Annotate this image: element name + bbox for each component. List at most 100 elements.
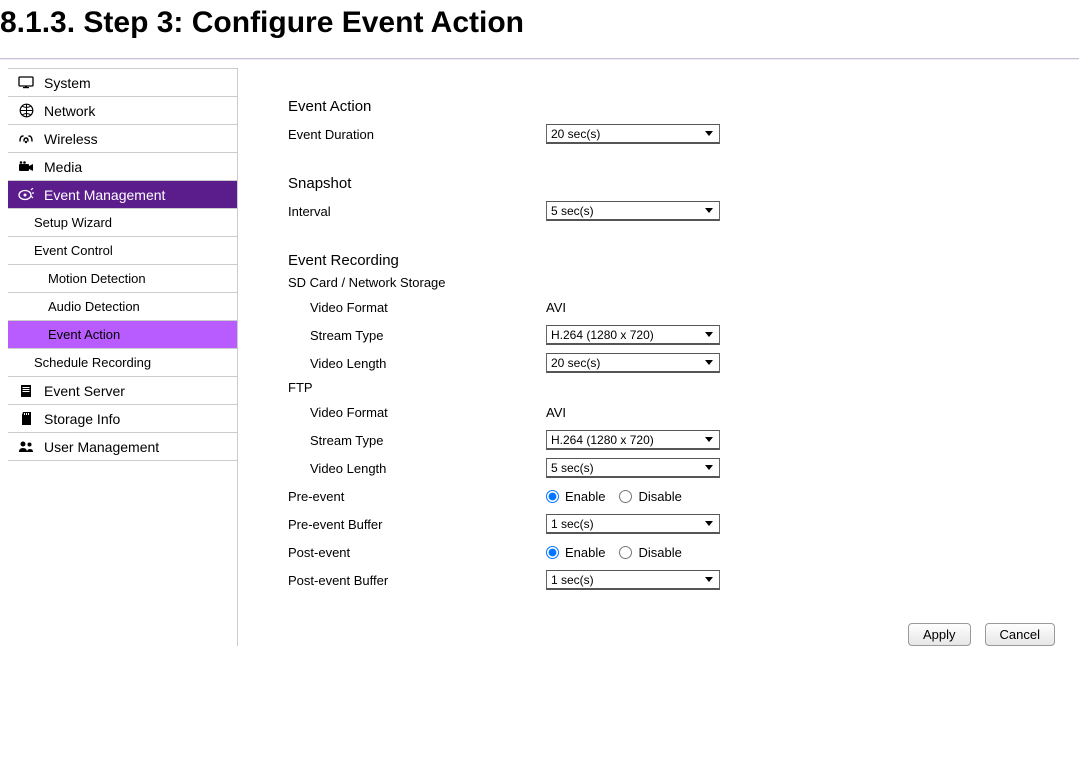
sidebar-item-label: Network (44, 103, 229, 119)
monitor-icon (16, 76, 36, 90)
row-pre-event-buffer: Pre-event Buffer 1 sec(s) (288, 511, 1079, 537)
label-sd-stream-type: Stream Type (288, 328, 546, 343)
radio-label-enable: Enable (565, 545, 605, 560)
value-sd-video-format: AVI (546, 300, 566, 315)
select-value: 20 sec(s) (551, 127, 600, 141)
sidebar-item-storage-info[interactable]: Storage Info (8, 405, 237, 433)
section-snapshot-title: Snapshot (288, 175, 1079, 192)
sidebar-item-network[interactable]: Network (8, 97, 237, 125)
label-ftp-video-length: Video Length (288, 461, 546, 476)
sidebar-subsub-label: Motion Detection (48, 271, 146, 286)
value-ftp-video-format: AVI (546, 405, 566, 420)
radio-group-pre-event: Enable Disable (546, 489, 692, 504)
radio-post-event-enable[interactable] (546, 546, 559, 559)
heading-sd-storage: SD Card / Network Storage (288, 275, 1079, 290)
sidebar-item-label: Storage Info (44, 411, 229, 427)
row-post-event-buffer: Post-event Buffer 1 sec(s) (288, 567, 1079, 593)
select-value: 1 sec(s) (551, 517, 594, 531)
layout: System Network Wireless Media Event Mana (0, 68, 1079, 646)
select-value: 5 sec(s) (551, 461, 594, 475)
camera-icon (16, 161, 36, 173)
sidebar-item-label: Wireless (44, 131, 229, 147)
page-heading: 8.1.3. Step 3: Configure Event Action (0, 0, 1079, 58)
label-snapshot-interval: Interval (288, 204, 546, 219)
select-ftp-video-length[interactable]: 5 sec(s) (546, 458, 720, 478)
sidebar-item-label: Media (44, 159, 229, 175)
sidebar-sub-label: Setup Wizard (34, 215, 112, 230)
label-event-duration: Event Duration (288, 127, 546, 142)
label-sd-video-format: Video Format (288, 300, 546, 315)
label-post-event-buffer: Post-event Buffer (288, 573, 546, 588)
sidebar-sub-label: Schedule Recording (34, 355, 151, 370)
content: Event Action Event Duration 20 sec(s) Sn… (238, 68, 1079, 646)
row-ftp-video-length: Video Length 5 sec(s) (288, 455, 1079, 481)
users-icon (16, 440, 36, 453)
sidebar-item-wireless[interactable]: Wireless (8, 125, 237, 153)
heading-ftp: FTP (288, 380, 1079, 395)
label-pre-event-buffer: Pre-event Buffer (288, 517, 546, 532)
row-sd-video-length: Video Length 20 sec(s) (288, 350, 1079, 376)
radio-pre-event-disable[interactable] (619, 490, 632, 503)
select-ftp-stream-type[interactable]: H.264 (1280 x 720) (546, 430, 720, 450)
select-value: H.264 (1280 x 720) (551, 328, 654, 342)
select-post-event-buffer[interactable]: 1 sec(s) (546, 570, 720, 590)
sidebar-item-event-server[interactable]: Event Server (8, 377, 237, 405)
label-ftp-stream-type: Stream Type (288, 433, 546, 448)
sidebar-item-system[interactable]: System (8, 69, 237, 97)
radio-label-enable: Enable (565, 489, 605, 504)
camera-alert-icon (16, 188, 36, 201)
sidebar-item-label: Event Management (44, 187, 229, 203)
row-sd-stream-type: Stream Type H.264 (1280 x 720) (288, 322, 1079, 348)
sidebar-item-label: Event Server (44, 383, 229, 399)
apply-button[interactable]: Apply (908, 623, 971, 646)
row-ftp-video-format: Video Format AVI (288, 399, 1079, 425)
select-sd-stream-type[interactable]: H.264 (1280 x 720) (546, 325, 720, 345)
sidebar-item-user-management[interactable]: User Management (8, 433, 237, 461)
sidebar-subsub-label: Event Action (48, 327, 120, 342)
sidebar-subsub-audio-detection[interactable]: Audio Detection (8, 293, 237, 321)
radio-label-disable: Disable (638, 489, 681, 504)
sidebar-item-media[interactable]: Media (8, 153, 237, 181)
footer-buttons: Apply Cancel (288, 595, 1079, 646)
radio-post-event-disable[interactable] (619, 546, 632, 559)
server-icon (16, 384, 36, 398)
cancel-button[interactable]: Cancel (985, 623, 1055, 646)
header-divider (0, 58, 1079, 60)
select-event-duration[interactable]: 20 sec(s) (546, 124, 720, 144)
row-event-duration: Event Duration 20 sec(s) (288, 121, 1079, 147)
select-sd-video-length[interactable]: 20 sec(s) (546, 353, 720, 373)
sidebar-subsub-event-action[interactable]: Event Action (8, 321, 237, 349)
row-snapshot-interval: Interval 5 sec(s) (288, 198, 1079, 224)
row-sd-video-format: Video Format AVI (288, 294, 1079, 320)
sidebar-subsub-label: Audio Detection (48, 299, 140, 314)
select-value: 5 sec(s) (551, 204, 594, 218)
label-post-event: Post-event (288, 545, 546, 560)
sd-card-icon (16, 411, 36, 426)
radio-label-disable: Disable (638, 545, 681, 560)
sidebar-item-label: System (44, 75, 229, 91)
sidebar-sub-label: Event Control (34, 243, 113, 258)
sidebar: System Network Wireless Media Event Mana (8, 68, 238, 646)
sidebar-sub-setup-wizard[interactable]: Setup Wizard (8, 209, 237, 237)
select-pre-event-buffer[interactable]: 1 sec(s) (546, 514, 720, 534)
sidebar-sub-schedule-recording[interactable]: Schedule Recording (8, 349, 237, 377)
globe-icon (16, 103, 36, 118)
sidebar-sub-event-control[interactable]: Event Control (8, 237, 237, 265)
row-post-event: Post-event Enable Disable (288, 539, 1079, 565)
select-value: H.264 (1280 x 720) (551, 433, 654, 447)
radio-pre-event-enable[interactable] (546, 490, 559, 503)
sidebar-item-event-management[interactable]: Event Management (8, 181, 237, 209)
select-value: 1 sec(s) (551, 573, 594, 587)
label-sd-video-length: Video Length (288, 356, 546, 371)
select-snapshot-interval[interactable]: 5 sec(s) (546, 201, 720, 221)
sidebar-subsub-motion-detection[interactable]: Motion Detection (8, 265, 237, 293)
sidebar-item-label: User Management (44, 439, 229, 455)
section-event-action-title: Event Action (288, 98, 1079, 115)
radio-group-post-event: Enable Disable (546, 545, 692, 560)
label-ftp-video-format: Video Format (288, 405, 546, 420)
row-ftp-stream-type: Stream Type H.264 (1280 x 720) (288, 427, 1079, 453)
select-value: 20 sec(s) (551, 356, 600, 370)
row-pre-event: Pre-event Enable Disable (288, 483, 1079, 509)
section-event-recording-title: Event Recording (288, 252, 1079, 269)
label-pre-event: Pre-event (288, 489, 546, 504)
